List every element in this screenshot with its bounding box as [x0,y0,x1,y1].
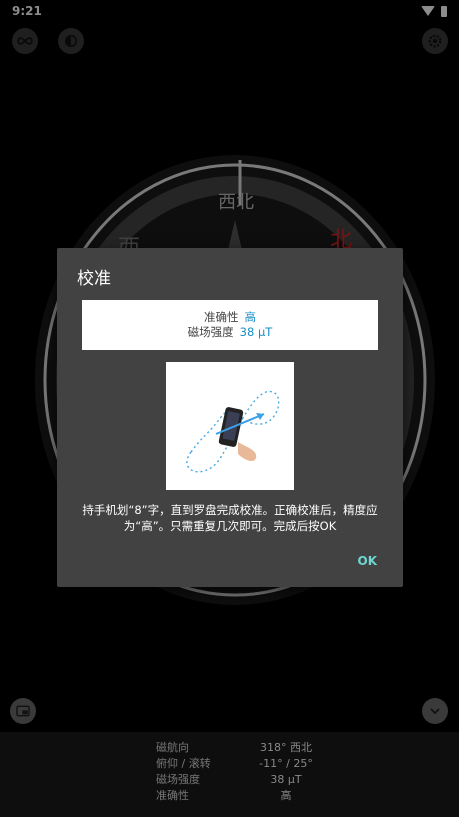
calibration-instruction: 持手机划“8”字，直到罗盘完成校准。正确校准后，精度应为“高”。只需重复几次即可… [82,503,378,533]
info-row-field: 磁场强度 38 µT [156,772,316,788]
picture-in-picture-icon[interactable] [10,698,36,724]
ok-button[interactable]: OK [358,554,378,568]
info-value: 318° 西北 [260,741,312,754]
field-label: 磁场强度 [187,325,234,339]
info-label: 俯仰 / 滚转 [156,757,211,770]
info-label: 准确性 [156,789,189,802]
info-value: 38 µT [270,773,302,786]
accuracy-info-box: 准确性 高 磁场强度 38 µT [82,300,378,350]
accuracy-label: 准确性 [204,310,239,324]
field-row: 磁场强度 38 µT [188,325,273,340]
figure-eight-illustration [166,362,294,490]
figure-eight-svg [186,391,280,473]
sensor-info-panel: 磁航向 318° 西北 俯仰 / 滚转 -11° / 25° 磁场强度 38 µ… [0,732,459,817]
info-value: 高 [280,789,292,802]
sensor-info-grid: 磁航向 318° 西北 俯仰 / 滚转 -11° / 25° 磁场强度 38 µ… [156,740,316,804]
accuracy-value: 高 [244,310,257,324]
chevron-down-glyph [430,708,440,715]
info-row-accuracy: 准确性 高 [156,788,316,804]
chevron-down-icon[interactable] [422,698,448,724]
picture-in-picture-glyph [16,705,30,717]
info-label: 磁场强度 [156,773,200,786]
field-value: 38 µT [239,325,273,339]
info-row-heading: 磁航向 318° 西北 [156,740,316,756]
compass-app-screen: 9:21 西北 北 西 [0,0,459,817]
info-label: 磁航向 [156,741,189,754]
info-row-pitch-roll: 俯仰 / 滚转 -11° / 25° [156,756,316,772]
dialog-title: 校准 [77,269,111,289]
accuracy-row: 准确性 高 [204,310,256,325]
info-value: -11° / 25° [259,757,313,770]
calibration-dialog: 校准 准确性 高 磁场强度 38 µT 持手机划“8”字，直到罗盘完成校准。正确… [57,248,403,587]
